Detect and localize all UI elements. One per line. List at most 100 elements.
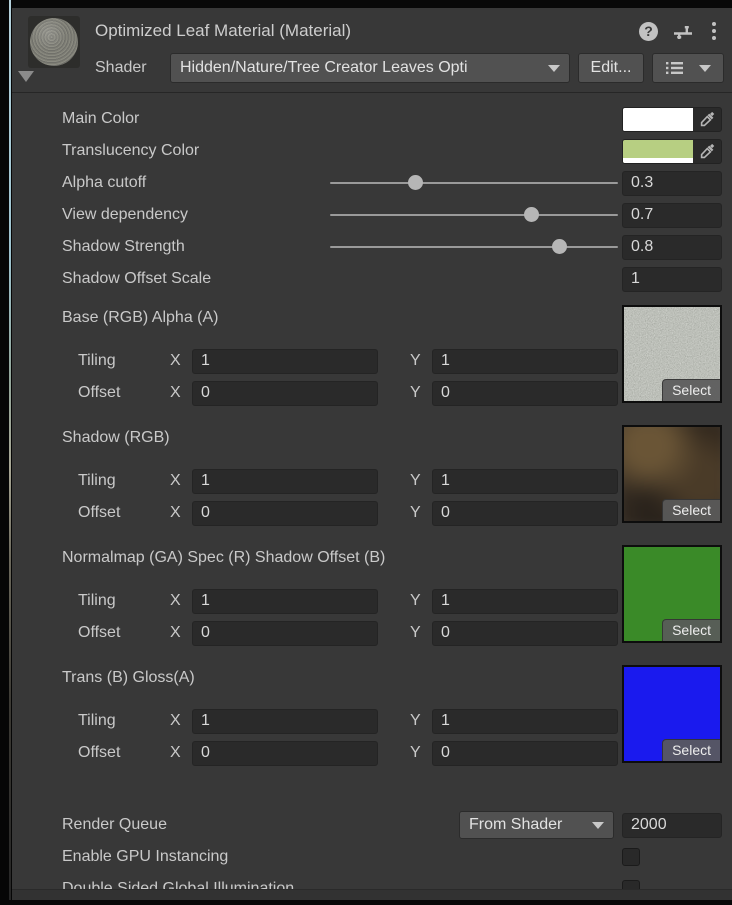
- offset-label: Offset: [78, 384, 170, 402]
- view-dependency-label: View dependency: [62, 206, 330, 224]
- list-icon: [666, 61, 683, 75]
- property-row-shadow-strength: Shadow Strength: [12, 231, 732, 263]
- chevron-down-icon: [699, 65, 711, 72]
- shader-edit-button[interactable]: Edit...: [578, 53, 644, 83]
- property-row-shadow-offset-scale: Shadow Offset Scale: [12, 263, 732, 295]
- shadow-texture-thumbnail[interactable]: Select: [622, 425, 722, 523]
- shadow-select-button[interactable]: Select: [662, 499, 720, 521]
- shadow-tiling-y-field[interactable]: [432, 469, 618, 494]
- gpu-instancing-checkbox[interactable]: [622, 848, 640, 866]
- shader-label: Shader: [95, 59, 162, 77]
- x-label: X: [170, 712, 192, 730]
- texture-section-normalmap: Normalmap (GA) Spec (R) Shadow Offset (B…: [12, 543, 732, 655]
- shadow-strength-label: Shadow Strength: [62, 238, 330, 256]
- normalmap-select-button[interactable]: Select: [662, 619, 720, 641]
- shader-dropdown-value: Hidden/Nature/Tree Creator Leaves Opti: [180, 59, 542, 77]
- x-label: X: [170, 624, 192, 642]
- render-queue-dropdown-value: From Shader: [469, 816, 586, 834]
- base-tiling-x-field[interactable]: [192, 349, 378, 374]
- shadow-offset-scale-label: Shadow Offset Scale: [62, 270, 622, 288]
- normalmap-texture-thumbnail[interactable]: Select: [622, 545, 722, 643]
- eyedropper-icon[interactable]: [693, 108, 721, 131]
- tiling-label: Tiling: [78, 592, 170, 610]
- main-color-swatch[interactable]: [622, 107, 722, 132]
- shadow-offset-scale-value-field[interactable]: [622, 267, 722, 292]
- help-icon[interactable]: ?: [639, 22, 658, 41]
- shadow-strength-slider[interactable]: [330, 235, 618, 259]
- alpha-cutoff-value-field[interactable]: [622, 171, 722, 196]
- normalmap-tiling-x-field[interactable]: [192, 589, 378, 614]
- trans-texture-label: Trans (B) Gloss(A): [62, 669, 195, 687]
- base-texture-label: Base (RGB) Alpha (A): [62, 309, 219, 327]
- y-label: Y: [410, 712, 432, 730]
- tiling-label: Tiling: [78, 712, 170, 730]
- eyedropper-icon[interactable]: [693, 140, 721, 163]
- y-label: Y: [410, 744, 432, 762]
- slider-handle[interactable]: [524, 207, 539, 222]
- x-label: X: [170, 504, 192, 522]
- base-offset-y-field[interactable]: [432, 381, 618, 406]
- material-title: Optimized Leaf Material (Material): [95, 21, 639, 41]
- trans-tiling-y-field[interactable]: [432, 709, 618, 734]
- texture-section-trans: Trans (B) Gloss(A) Tiling X Y Offset X Y: [12, 663, 732, 775]
- texture-section-base: Base (RGB) Alpha (A) Tiling X Y Offset X…: [12, 303, 732, 415]
- shadow-offset-y-field[interactable]: [432, 501, 618, 526]
- alpha-bar: [623, 126, 693, 131]
- alpha-bar: [623, 158, 693, 163]
- view-dependency-slider[interactable]: [330, 203, 618, 227]
- trans-tiling-x-field[interactable]: [192, 709, 378, 734]
- trans-texture-thumbnail[interactable]: Select: [622, 665, 722, 763]
- y-label: Y: [410, 472, 432, 490]
- shadow-strength-value-field[interactable]: [622, 235, 722, 260]
- trans-offset-y-field[interactable]: [432, 741, 618, 766]
- trans-offset-x-field[interactable]: [192, 741, 378, 766]
- normalmap-offset-x-field[interactable]: [192, 621, 378, 646]
- shadow-texture-label: Shadow (RGB): [62, 429, 170, 447]
- offset-label: Offset: [78, 744, 170, 762]
- render-queue-value-field[interactable]: [622, 813, 722, 838]
- texture-section-shadow: Shadow (RGB) Tiling X Y Offset X Y: [12, 423, 732, 535]
- base-tiling-y-field[interactable]: [432, 349, 618, 374]
- material-properties: Main Color: [12, 93, 732, 905]
- x-label: X: [170, 384, 192, 402]
- property-row-main-color: Main Color: [12, 103, 732, 135]
- y-label: Y: [410, 384, 432, 402]
- window-top-edge: [0, 0, 732, 8]
- property-row-gpu-instancing: Enable GPU Instancing: [12, 841, 732, 873]
- slider-handle[interactable]: [408, 175, 423, 190]
- x-label: X: [170, 352, 192, 370]
- alpha-cutoff-slider[interactable]: [330, 171, 618, 195]
- property-row-alpha-cutoff: Alpha cutoff: [12, 167, 732, 199]
- view-dependency-value-field[interactable]: [622, 203, 722, 228]
- base-texture-thumbnail[interactable]: Select: [622, 305, 722, 403]
- translucency-color-swatch[interactable]: [622, 139, 722, 164]
- y-label: Y: [410, 504, 432, 522]
- render-queue-dropdown[interactable]: From Shader: [459, 811, 614, 839]
- normalmap-tiling-y-field[interactable]: [432, 589, 618, 614]
- foldout-arrow-icon[interactable]: [18, 71, 34, 82]
- kebab-menu-icon[interactable]: [708, 21, 720, 41]
- material-preview-thumbnail: [28, 16, 80, 68]
- shadow-tiling-x-field[interactable]: [192, 469, 378, 494]
- shadow-offset-x-field[interactable]: [192, 501, 378, 526]
- dock-left-edge: [0, 0, 12, 900]
- shader-dropdown[interactable]: Hidden/Nature/Tree Creator Leaves Opti: [170, 53, 570, 83]
- base-select-button[interactable]: Select: [662, 379, 720, 401]
- inspector-header: Optimized Leaf Material (Material) ?: [12, 8, 732, 93]
- alpha-cutoff-label: Alpha cutoff: [62, 174, 330, 192]
- translucency-color-label: Translucency Color: [62, 142, 622, 160]
- panel-footer-strip: [12, 889, 732, 900]
- offset-label: Offset: [78, 624, 170, 642]
- slider-handle[interactable]: [552, 239, 567, 254]
- dock-separator-line: [9, 0, 11, 900]
- presets-icon[interactable]: [673, 22, 693, 40]
- base-offset-x-field[interactable]: [192, 381, 378, 406]
- main-color-label: Main Color: [62, 110, 622, 128]
- normalmap-offset-y-field[interactable]: [432, 621, 618, 646]
- shader-extras-button[interactable]: [652, 53, 724, 83]
- tiling-label: Tiling: [78, 352, 170, 370]
- property-row-render-queue: Render Queue From Shader: [12, 809, 732, 841]
- tiling-label: Tiling: [78, 472, 170, 490]
- normalmap-texture-label: Normalmap (GA) Spec (R) Shadow Offset (B…: [62, 549, 385, 567]
- trans-select-button[interactable]: Select: [662, 739, 720, 761]
